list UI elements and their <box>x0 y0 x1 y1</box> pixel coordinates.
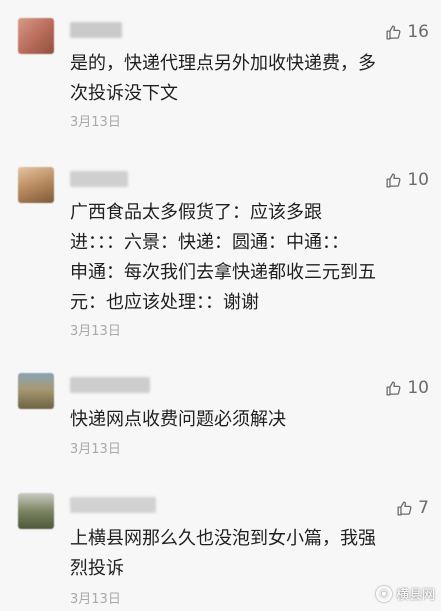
watermark-text: 横县网 <box>395 588 435 603</box>
like-button[interactable]: 7 <box>396 496 429 520</box>
watermark-logo-icon: ◉ <box>375 585 392 602</box>
avatar[interactable] <box>18 493 54 529</box>
username-blurred[interactable] <box>70 497 156 513</box>
like-count: 7 <box>418 498 429 518</box>
comment-text: 上横县网那么久也没泡到女小篇，我强 烈投诉 <box>70 528 376 579</box>
thumbs-up-icon <box>397 500 412 516</box>
watermark: ◉ 横县网 <box>375 584 435 603</box>
comment-item: 7 上横县网那么久也没泡到女小篇，我强 烈投诉 3月13日 <box>0 0 441 611</box>
comment-date: 3月13日 <box>70 592 121 607</box>
